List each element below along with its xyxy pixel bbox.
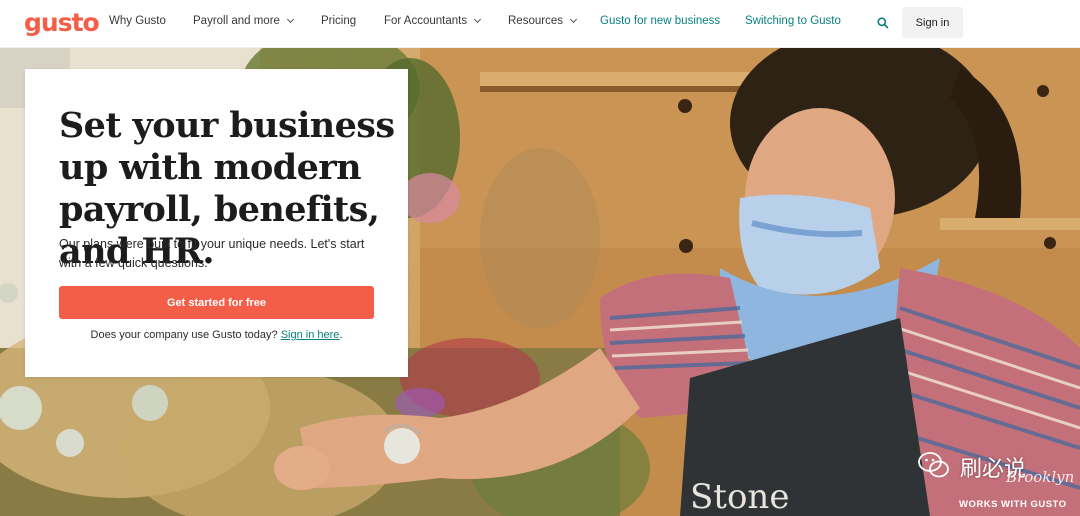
nav-gusto-for-new-business[interactable]: Gusto for new business bbox=[600, 15, 720, 27]
nav-why-gusto[interactable]: Why Gusto bbox=[109, 15, 166, 27]
nav-why-gusto-label: Why Gusto bbox=[109, 15, 166, 27]
nav-pricing-label: Pricing bbox=[321, 15, 357, 27]
sign-in-link[interactable]: Sign in here bbox=[281, 329, 340, 341]
nav-resources[interactable]: Resources bbox=[508, 15, 578, 27]
existing-customer-end: . bbox=[339, 329, 343, 341]
nav-resources-label: Resources bbox=[508, 15, 563, 27]
nav-for-accountants[interactable]: For Accountants bbox=[384, 15, 482, 27]
gusto-logo[interactable]: gusto bbox=[24, 8, 100, 37]
wechat-icon bbox=[918, 452, 949, 478]
nav-payroll-and-more[interactable]: Payroll and more bbox=[193, 15, 294, 27]
photo-signature: Brooklyn bbox=[1006, 468, 1075, 486]
nav-switching-label: Switching to Gusto bbox=[745, 15, 841, 27]
chevron-down-icon bbox=[474, 15, 482, 23]
top-nav: gusto Why Gusto Payroll and more Pricing… bbox=[0, 0, 1080, 48]
chevron-down-icon bbox=[569, 15, 578, 23]
hero-subtext: Our plans were built to fit your unique … bbox=[59, 237, 365, 270]
nav-switching-to-gusto[interactable]: Switching to Gusto bbox=[745, 15, 841, 27]
apron-text: Stone bbox=[690, 477, 789, 516]
existing-customer-text: Does your company use Gusto today? bbox=[90, 329, 281, 341]
get-started-button[interactable]: Get started for free bbox=[59, 286, 374, 319]
search-icon[interactable] bbox=[876, 16, 890, 30]
photo-caption: WORKS WITH GUSTO bbox=[959, 499, 1067, 510]
chevron-down-icon bbox=[286, 15, 294, 23]
nav-pricing[interactable]: Pricing bbox=[321, 15, 356, 27]
nav-accountants-label: For Accountants bbox=[384, 15, 468, 27]
signup-card: Set your business up with modern payroll… bbox=[25, 69, 408, 377]
nav-payroll-label: Payroll and more bbox=[193, 15, 280, 27]
existing-customer-prompt: Does your company use Gusto today? Sign … bbox=[59, 329, 374, 341]
sign-in-button[interactable]: Sign in bbox=[902, 7, 963, 38]
nav-new-business-label: Gusto for new business bbox=[600, 15, 721, 27]
